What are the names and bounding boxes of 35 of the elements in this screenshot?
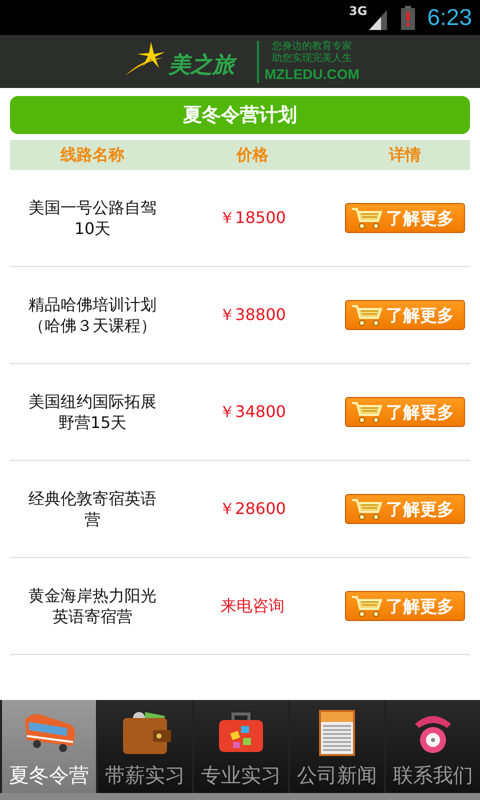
column-header: 详情 xyxy=(388,144,422,166)
route-name: 经典伦敦寄宿英语营 xyxy=(28,488,158,530)
tab-label: 专业实习 xyxy=(201,762,281,789)
route-name: 精品哈佛培训计划（哈佛３天课程） xyxy=(28,294,158,336)
learn-more-button[interactable]: 了解更多 xyxy=(345,591,465,621)
clock: 6:23 xyxy=(427,4,472,31)
column-header: 价格 xyxy=(235,144,270,166)
price: ￥18500 xyxy=(218,208,287,228)
price: ￥28600 xyxy=(218,498,287,520)
price: ￥38800 xyxy=(218,304,287,326)
tagline: 助您实现完美人生 xyxy=(272,52,352,64)
tab[interactable]: 联系我们 xyxy=(386,700,480,793)
tab[interactable]: 公司新闻 xyxy=(290,700,384,793)
price: ￥34800 xyxy=(218,402,287,422)
network-label: 3G xyxy=(349,4,368,18)
column-header: 线路名称 xyxy=(59,144,126,166)
route-name: 美国纽约国际拓展野营15天 xyxy=(28,391,158,433)
logo-text: 美之旅 xyxy=(168,52,235,80)
tab[interactable]: 夏冬令营 xyxy=(2,700,96,793)
tab[interactable]: 带薪实习 xyxy=(98,700,192,793)
tab-label: 公司新闻 xyxy=(297,762,377,789)
tab[interactable]: 专业实习 xyxy=(194,700,288,793)
tab-label: 夏冬令营 xyxy=(9,762,89,789)
learn-more-button[interactable]: 了解更多 xyxy=(345,203,465,233)
route-name: 黄金海岸热力阳光英语寄宿营 xyxy=(28,585,158,627)
tagline: 您身边的教育专家 xyxy=(272,40,352,52)
price: 来电咨询 xyxy=(220,596,286,616)
learn-more-button[interactable]: 了解更多 xyxy=(345,397,465,427)
site-url: MZLEDU.COM xyxy=(264,64,360,82)
route-name: 美国一号公路自驾10天 xyxy=(28,197,158,239)
learn-more-button[interactable]: 了解更多 xyxy=(345,494,465,524)
tab-label: 带薪实习 xyxy=(105,762,185,789)
section-title: 夏冬令营计划 xyxy=(10,96,470,134)
learn-more-button[interactable]: 了解更多 xyxy=(345,300,465,330)
tab-label: 联系我们 xyxy=(393,762,473,789)
